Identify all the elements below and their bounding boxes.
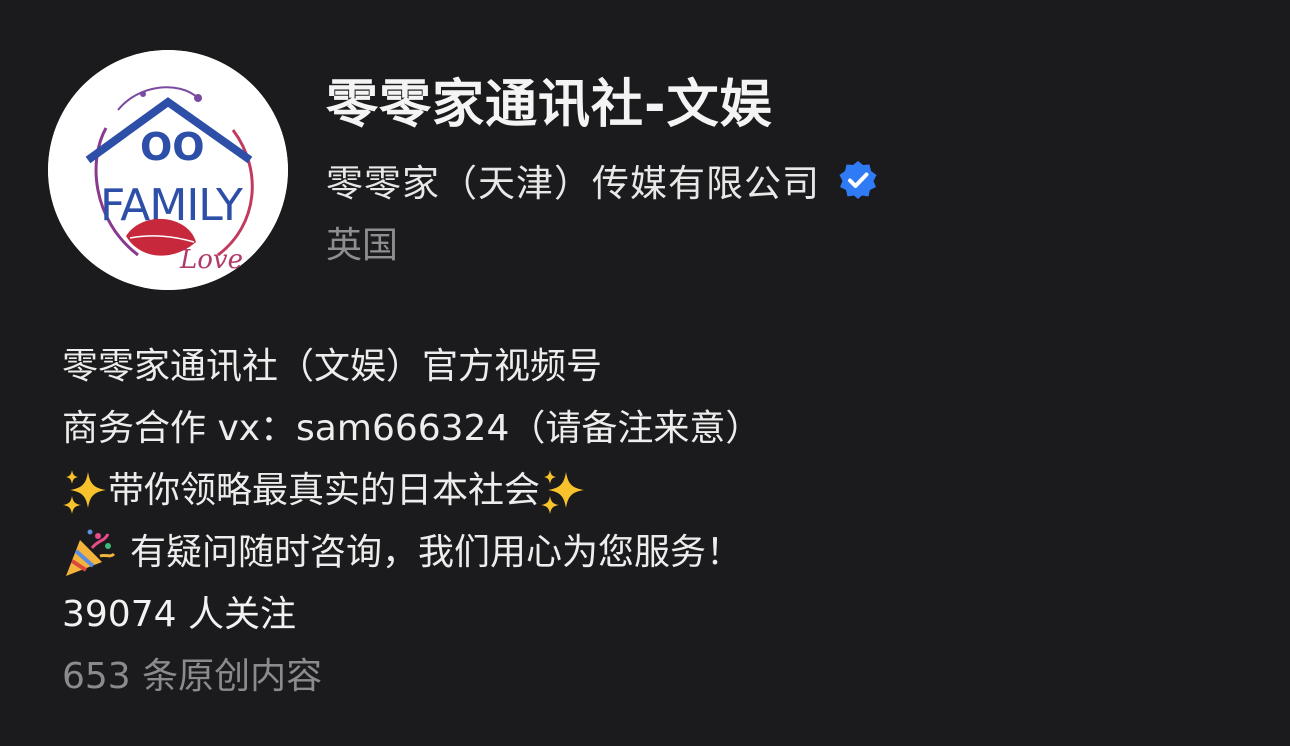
bio-line-business-contact: 商务合作 vx：sam666324（请备注来意） [62,408,762,449]
family-love-logo: OO FAMILY Love [48,50,288,290]
sparkles-icon [541,470,585,514]
organization-row: 零零家（天津）传媒有限公司 [326,156,878,205]
organization-name: 零零家（天津）传媒有限公司 [326,162,820,205]
svg-text:Love: Love [179,245,243,275]
location-text: 英国 [326,225,399,266]
profile-bio: 零零家通讯社（文娱）官方视频号 商务合作 vx：sam666324（请备注来意）… [62,336,1242,708]
account-name: 零零家通讯社-文娱 [326,75,773,135]
followers-count[interactable]: 39074 人关注 [62,584,1242,646]
verified-badge-icon[interactable] [838,160,878,200]
bio-line-service: 有疑问随时咨询，我们用心为您服务！ [62,522,1242,584]
bio-line-official: 零零家通讯社（文娱）官方视频号 [62,346,603,387]
service-text: 有疑问随时咨询，我们用心为您服务！ [130,532,743,573]
bio-line-tagline: 带你领略最真实的日本社会 [62,460,1242,522]
party-popper-icon [66,529,116,576]
tagline-text: 带你领略最真实的日本社会 [108,470,541,511]
svg-text:OO: OO [140,125,205,169]
original-content-count: 653 条原创内容 [62,656,323,697]
avatar[interactable]: OO FAMILY Love [48,50,288,290]
sparkles-icon [63,470,106,514]
